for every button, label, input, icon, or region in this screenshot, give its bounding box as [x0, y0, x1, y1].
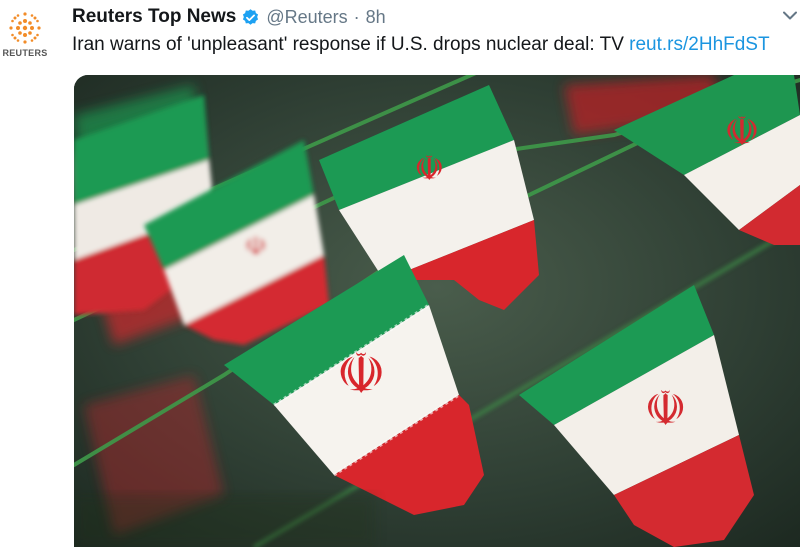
iran-flags-photo: ☫ ☫ ☫ ☫ ☫ — [74, 75, 800, 547]
verified-badge-icon — [241, 8, 260, 27]
tweet-photo[interactable]: ☫ ☫ ☫ ☫ ☫ — [74, 75, 800, 547]
account-handle[interactable]: @Reuters — [266, 7, 347, 28]
svg-text:☫: ☫ — [644, 381, 687, 437]
svg-text:☫: ☫ — [724, 109, 760, 155]
tweet-timestamp[interactable]: 8h — [366, 7, 386, 28]
svg-text:☫: ☫ — [336, 342, 386, 407]
reuters-logo-icon — [9, 12, 41, 44]
chevron-down-icon[interactable] — [780, 6, 800, 26]
svg-text:☫: ☫ — [414, 149, 444, 189]
tweet-text: Iran warns of 'unpleasant' response if U… — [72, 34, 800, 60]
svg-text:☫: ☫ — [244, 232, 267, 262]
tweet-body: Iran warns of 'unpleasant' response if U… — [72, 34, 630, 55]
tweet-header: Reuters Top News @Reuters · 8h — [72, 4, 800, 30]
reuters-wordmark: REUTERS — [2, 48, 48, 58]
account-name[interactable]: Reuters Top News — [72, 6, 236, 28]
reuters-avatar[interactable]: REUTERS — [2, 10, 48, 62]
separator-dot: · — [353, 6, 360, 27]
tweet-link[interactable]: reut.rs/2HhFdST — [629, 34, 769, 55]
